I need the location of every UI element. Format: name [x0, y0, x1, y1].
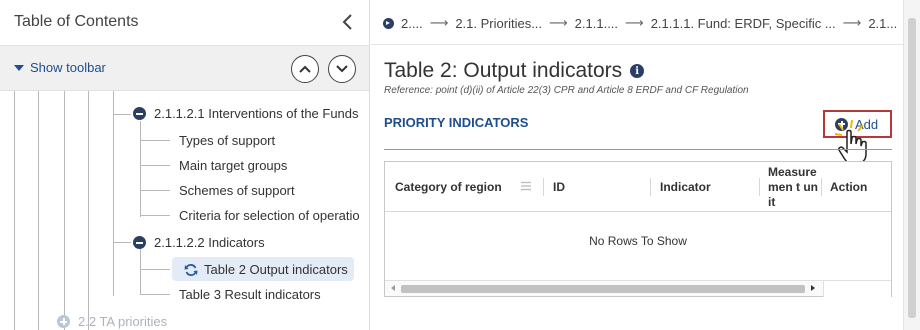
collapse-minus-icon[interactable] [133, 107, 146, 120]
toc-title: Table of Contents [14, 13, 139, 30]
expand-plus-icon[interactable] [57, 315, 70, 328]
tree-line [140, 249, 141, 295]
arrow-right-icon: ⟶ [429, 15, 449, 30]
empty-grid-message: No Rows To Show [589, 234, 687, 248]
breadcrumb-item[interactable]: 2.1... [868, 16, 897, 31]
column-header-category[interactable]: Category of region [395, 162, 502, 212]
pinned-scroll-area [823, 281, 891, 297]
tree-node-main-target-groups[interactable]: Main target groups [179, 158, 287, 173]
page-scrollbar-thumb[interactable] [908, 18, 916, 318]
breadcrumb-arrow-icon [383, 17, 394, 29]
tree-line [140, 121, 141, 217]
show-toolbar-toggle[interactable]: Show toolbar [14, 60, 106, 75]
chevron-left-icon[interactable] [339, 11, 357, 33]
add-button-label: Add [855, 116, 879, 132]
tree-line [14, 91, 15, 330]
divider [371, 44, 920, 45]
section-label: PRIORITY INDICATORS [384, 115, 529, 130]
refresh-icon [184, 264, 198, 276]
column-header-indicator[interactable]: Indicator [660, 162, 711, 212]
scroll-left-icon[interactable] [391, 285, 395, 291]
horizontal-scrollbar[interactable] [385, 280, 891, 297]
toolbar-row: Show toolbar [0, 45, 369, 91]
column-separator[interactable] [650, 178, 651, 196]
column-separator[interactable] [821, 178, 822, 196]
scrollbar-thumb[interactable] [401, 285, 805, 293]
reference-text: Reference: point (d)(ii) of Article 22(3… [384, 85, 749, 96]
tree-node-table-2-output-indicators[interactable]: Table 2 Output indicators [204, 262, 348, 277]
toc-panel: Table of Contents Show toolbar 2.1.1.2.1… [0, 0, 370, 330]
tree-line [64, 91, 65, 330]
scroll-right-icon[interactable] [811, 285, 815, 291]
tree-node-table-3-result-indicators[interactable]: Table 3 Result indicators [179, 287, 321, 302]
tree-line [113, 114, 131, 115]
content-panel: 2.... ⟶ 2.1. Priorities... ⟶ 2.1.1.... ⟶… [371, 0, 920, 330]
tree-line [113, 91, 114, 296]
arrow-right-icon: ⟶ [842, 15, 862, 30]
plus-icon [835, 117, 848, 131]
tree-node-types-of-support[interactable]: Types of support [179, 133, 275, 148]
grid-header: Category of region ID Indicator Measurem… [385, 162, 891, 212]
chevron-up-icon [299, 65, 311, 73]
info-icon[interactable]: i [630, 64, 645, 78]
column-header-id[interactable]: ID [553, 162, 565, 212]
move-up-button[interactable] [291, 55, 319, 83]
tree-line [38, 91, 39, 330]
toc-header: Table of Contents [0, 0, 369, 45]
show-toolbar-label: Show toolbar [30, 60, 106, 75]
arrow-right-icon: ⟶ [625, 15, 644, 30]
tree-line [140, 140, 170, 141]
column-separator[interactable] [543, 178, 544, 196]
column-header-measurement-unit[interactable]: Measuremen t unit [768, 162, 820, 212]
arrow-right-icon: ⟶ [549, 15, 568, 30]
tree-node-ta-priorities[interactable]: 2.2 TA priorities [78, 314, 167, 329]
tree-line [140, 165, 170, 166]
tree-line [140, 215, 170, 216]
page-scrollbar[interactable] [903, 0, 920, 330]
tree-node-interventions[interactable]: 2.1.1.2.1 Interventions of the Funds [154, 106, 359, 121]
breadcrumb: 2.... ⟶ 2.1. Priorities... ⟶ 2.1.1.... ⟶… [383, 14, 908, 32]
collapse-minus-icon[interactable] [133, 236, 146, 249]
triangle-down-icon [14, 64, 24, 71]
page-title-text: Table 2: Output indicators [384, 59, 623, 82]
tree-line [140, 294, 170, 295]
tree-node-indicators[interactable]: 2.1.1.2.2 Indicators [154, 235, 265, 250]
indicators-grid: Category of region ID Indicator Measurem… [384, 161, 892, 297]
breadcrumb-item[interactable]: 2.... [401, 16, 423, 31]
column-menu-icon[interactable] [521, 181, 531, 191]
tree-node-criteria-for-selection[interactable]: Criteria for selection of operatio [179, 208, 360, 223]
tree-line [140, 190, 170, 191]
tree-line [88, 91, 89, 330]
page-title: Table 2: Output indicators i [384, 59, 645, 83]
breadcrumb-item[interactable]: 2.1.1.... [575, 16, 618, 31]
breadcrumb-item[interactable]: 2.1. Priorities... [455, 16, 542, 31]
add-button[interactable]: Add [823, 110, 892, 138]
divider [384, 149, 892, 150]
tree-node-schemes-of-support[interactable]: Schemes of support [179, 183, 295, 198]
tree-line [113, 242, 131, 243]
column-separator[interactable] [759, 178, 760, 196]
move-down-button[interactable] [328, 55, 356, 83]
column-header-action[interactable]: Action [830, 162, 867, 212]
breadcrumb-item[interactable]: 2.1.1.1. Fund: ERDF, Specific ... [651, 16, 836, 31]
tree-line [140, 269, 170, 270]
chevron-down-icon [336, 65, 348, 73]
